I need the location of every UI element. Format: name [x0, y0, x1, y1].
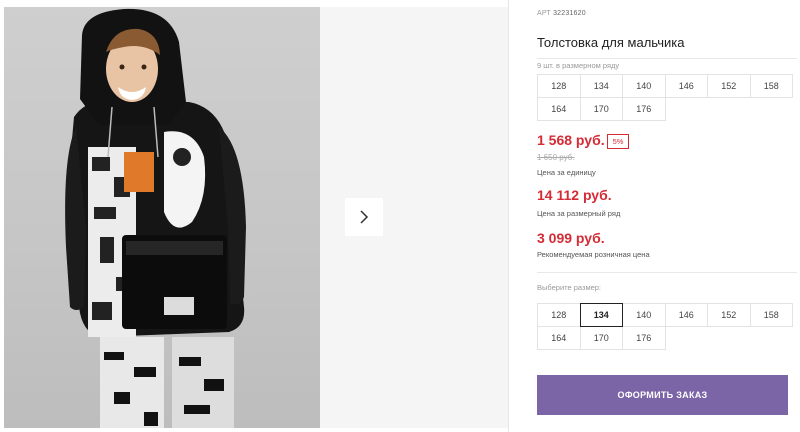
product-photo — [4, 7, 320, 428]
discount-badge: 5% — [607, 134, 629, 149]
divider — [537, 272, 797, 273]
article-value: 32231620 — [553, 10, 586, 17]
next-image-button[interactable] — [345, 198, 383, 236]
size-row-cell: 140 — [622, 74, 666, 98]
size-row-cell: 164 — [537, 97, 581, 121]
size-row-count: 9 шт. в размерном ряду — [537, 61, 620, 70]
divider — [508, 0, 509, 432]
article-number: АРТ 32231620 — [537, 10, 586, 17]
size-option[interactable]: 140 — [622, 303, 666, 327]
divider — [537, 58, 797, 59]
size-option[interactable]: 158 — [749, 303, 793, 327]
size-row-grid: 128 134 140 146 152 158 164 170 176 — [537, 74, 793, 121]
size-option-selected[interactable]: 134 — [579, 303, 623, 327]
size-option[interactable]: 170 — [579, 326, 623, 350]
size-option[interactable]: 146 — [664, 303, 708, 327]
size-row-cell: 176 — [622, 97, 666, 121]
retail-price-caption: Рекомендуемая розничная цена — [537, 250, 650, 259]
size-option[interactable]: 152 — [707, 303, 751, 327]
size-option[interactable]: 164 — [537, 326, 581, 350]
row-price: 14 112 руб. — [537, 187, 612, 203]
size-row-cell: 128 — [537, 74, 581, 98]
product-title: Толстовка для мальчика — [537, 35, 685, 50]
old-price: 1 650 руб. — [537, 153, 575, 162]
unit-price-caption: Цена за единицу — [537, 168, 596, 177]
size-row-cell: 170 — [579, 97, 623, 121]
unit-price: 1 568 руб. — [537, 132, 605, 148]
chevron-right-icon — [360, 210, 369, 224]
row-price-caption: Цена за размерный ряд — [537, 209, 621, 218]
retail-price: 3 099 руб. — [537, 230, 605, 246]
place-order-button[interactable]: ОФОРМИТЬ ЗАКАЗ — [537, 375, 788, 415]
size-row-cell: 134 — [579, 74, 623, 98]
size-row-cell: 152 — [707, 74, 751, 98]
size-select-label: Выберите размер: — [537, 283, 602, 292]
size-row-cell: 146 — [664, 74, 708, 98]
size-select-grid: 128 134 140 146 152 158 164 170 176 — [537, 303, 793, 350]
size-option[interactable]: 128 — [537, 303, 581, 327]
size-row-cell: 158 — [749, 74, 793, 98]
size-option[interactable]: 176 — [622, 326, 666, 350]
article-label: АРТ — [537, 10, 551, 17]
